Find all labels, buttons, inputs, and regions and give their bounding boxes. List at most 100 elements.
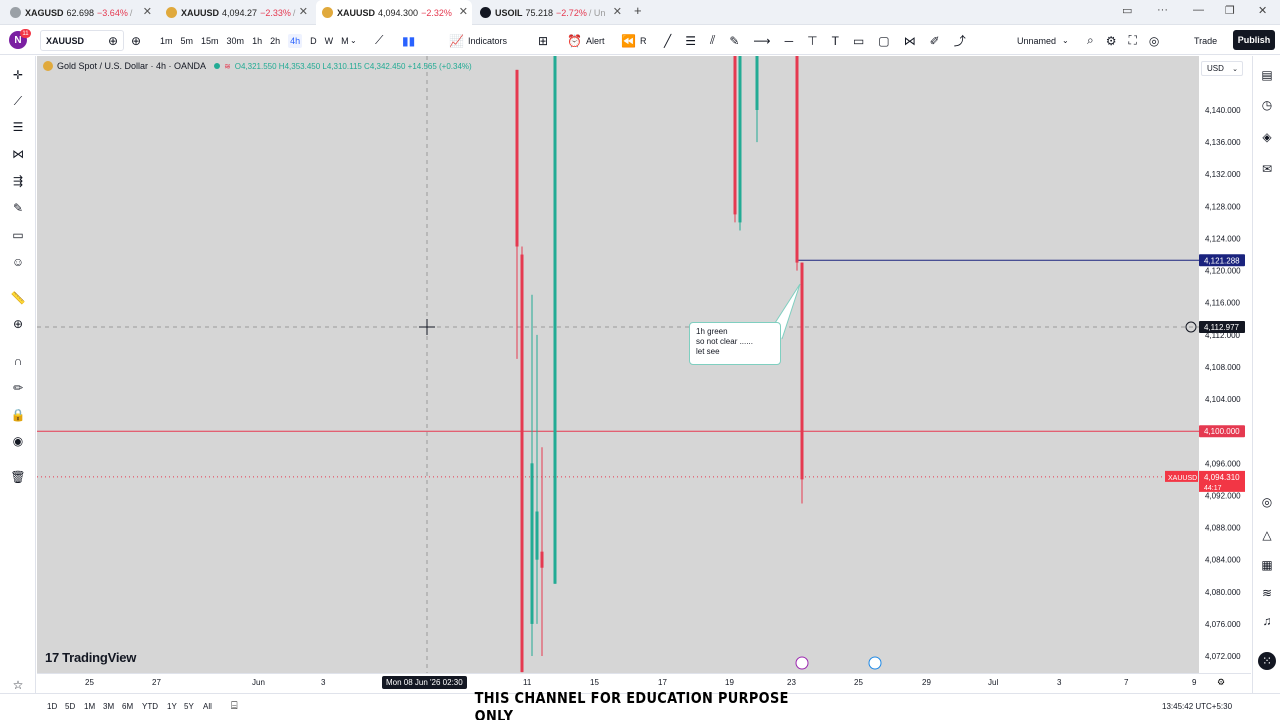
earnings-event-icon[interactable] bbox=[795, 656, 809, 670]
timeframe-M[interactable]: M bbox=[341, 36, 349, 46]
text-tool-icon[interactable]: ▭ bbox=[9, 226, 27, 244]
target-icon[interactable]: ◎ bbox=[1258, 493, 1276, 511]
stream-icon[interactable]: ≋ bbox=[1258, 584, 1276, 602]
parallel-channel-icon[interactable]: ⫽ bbox=[710, 33, 715, 48]
callout-note[interactable]: 1h green so not clear ...... let see bbox=[689, 322, 781, 365]
range-all[interactable]: All bbox=[203, 702, 212, 711]
emoji-tool-icon[interactable]: ☺ bbox=[9, 253, 27, 271]
browser-tab-xagusd[interactable]: XAGUSD 62.698 −3.64% / ✕ bbox=[4, 0, 156, 25]
range-6m[interactable]: 6M bbox=[122, 702, 133, 711]
stay-in-drawing-icon[interactable]: ✏ bbox=[9, 379, 27, 397]
timeframe-dropdown[interactable]: ⌄ bbox=[350, 26, 357, 55]
candle-body[interactable] bbox=[795, 56, 799, 263]
timeframe-1m[interactable]: 1m bbox=[160, 36, 173, 46]
trash-icon[interactable]: 🗑 bbox=[9, 468, 27, 486]
path-icon[interactable]: ⋈ bbox=[904, 34, 916, 48]
candle-body[interactable] bbox=[733, 56, 737, 215]
browser-tab-xauusd-active[interactable]: XAUUSD 4,094.300 −2.32% ✕ bbox=[316, 0, 472, 25]
callout-icon[interactable]: ▭ bbox=[853, 34, 864, 48]
brush-icon[interactable]: ✎ bbox=[729, 34, 739, 48]
timeframe-30m[interactable]: 30m bbox=[227, 36, 245, 46]
chart-canvas[interactable]: 4,140.000 4,136.000 4,132.000 4,128.000 4,12… bbox=[37, 56, 1251, 673]
close-tab-icon[interactable]: ✕ bbox=[459, 6, 468, 18]
quick-search-icon[interactable]: ⌕ bbox=[1087, 33, 1094, 48]
close-tab-icon[interactable]: ✕ bbox=[613, 6, 622, 18]
timeframe-5m[interactable]: 5m bbox=[181, 36, 194, 46]
range-5d[interactable]: 5D bbox=[65, 702, 75, 711]
candle-body[interactable] bbox=[540, 551, 544, 568]
vertical-line-icon[interactable]: ⊤ bbox=[807, 34, 817, 48]
crosshair-tool-icon[interactable]: ✛ bbox=[9, 66, 27, 84]
price-chart[interactable]: 4,140.000 4,136.000 4,132.000 4,128.000 4,12… bbox=[37, 56, 1251, 673]
range-ytd[interactable]: YTD bbox=[142, 702, 158, 711]
fib-icon[interactable]: ☰ bbox=[685, 34, 696, 48]
new-tab-button[interactable]: + bbox=[634, 3, 642, 18]
us-flag-event-icon[interactable] bbox=[868, 656, 882, 670]
ideas-icon[interactable]: △ bbox=[1258, 526, 1276, 544]
browser-tab-usoil[interactable]: USOIL 75.218 −2.72% / Un ✕ bbox=[474, 0, 626, 25]
range-1d[interactable]: 1D bbox=[47, 702, 57, 711]
alerts-clock-icon[interactable]: ◷ bbox=[1258, 96, 1276, 114]
axis-settings-icon[interactable]: ⚙ bbox=[1217, 677, 1225, 688]
ruler-tool-icon[interactable]: 📏 bbox=[9, 289, 27, 307]
fullscreen-icon[interactable]: ⛶ bbox=[1129, 33, 1137, 48]
notifications-bell-icon[interactable]: ♫ bbox=[1258, 612, 1276, 630]
watchlist-icon[interactable]: ▤ bbox=[1258, 66, 1276, 84]
candle-body[interactable] bbox=[755, 56, 759, 110]
trend-line-tool-icon[interactable]: ⟋ bbox=[9, 92, 27, 110]
timeframe-15m[interactable]: 15m bbox=[201, 36, 219, 46]
apps-grid-icon[interactable]: ⁙ bbox=[1258, 652, 1276, 670]
chat-icon[interactable]: ✉ bbox=[1258, 160, 1276, 178]
rectangle-icon[interactable]: ▢ bbox=[878, 34, 889, 48]
screen-share-icon[interactable]: ▭ bbox=[1122, 4, 1132, 17]
close-window-icon[interactable]: ✕ bbox=[1258, 4, 1267, 17]
alert-button[interactable]: ⏰ Alert bbox=[567, 26, 604, 55]
calendar-icon[interactable]: ▦ bbox=[1258, 556, 1276, 574]
publish-button[interactable]: Publish bbox=[1233, 30, 1275, 50]
forecast-tool-icon[interactable]: ⇶ bbox=[9, 172, 27, 190]
candle-body[interactable] bbox=[530, 463, 534, 624]
layout-menu[interactable]: Unnamed ⌄ bbox=[1017, 26, 1069, 55]
zoom-in-icon[interactable]: ⊕ bbox=[9, 315, 27, 333]
fib-tool-icon[interactable]: ☰ bbox=[9, 118, 27, 136]
candle-body[interactable] bbox=[520, 254, 524, 673]
indicators-button[interactable]: 📈 Indicators bbox=[449, 26, 507, 55]
trend-line-icon[interactable]: ╱ bbox=[664, 34, 671, 48]
close-tab-icon[interactable]: ✕ bbox=[299, 6, 308, 18]
utc-clock[interactable]: 13:45:42 UTC+5:30 bbox=[1162, 702, 1232, 711]
candle-body[interactable] bbox=[535, 511, 539, 560]
favorites-star-icon[interactable]: ☆ bbox=[9, 676, 27, 694]
browser-tab-xauusd-1[interactable]: XAUUSD 4,094.27 −2.33% / ✕ bbox=[160, 0, 312, 25]
timeframe-W[interactable]: W bbox=[325, 36, 334, 46]
range-3m[interactable]: 3M bbox=[103, 702, 114, 711]
horizontal-line-icon[interactable]: ─ bbox=[785, 34, 794, 48]
pattern-tool-icon[interactable]: ⋈ bbox=[9, 145, 27, 163]
magnet-icon[interactable]: ∩ bbox=[9, 352, 27, 370]
horizontal-ray-icon[interactable]: ⟶ bbox=[753, 34, 770, 48]
chart-type-button[interactable]: ⟋ bbox=[375, 26, 383, 55]
currency-selector[interactable]: USD ⌄ bbox=[1201, 61, 1243, 76]
restore-icon[interactable]: ❐ bbox=[1225, 4, 1235, 17]
range-5y[interactable]: 5Y bbox=[184, 702, 194, 711]
replay-button[interactable]: ⏪ R bbox=[621, 26, 646, 55]
timeframe-D[interactable]: D bbox=[310, 36, 317, 46]
more-options-icon[interactable]: ··· bbox=[1157, 4, 1168, 16]
camera-icon[interactable]: ◎ bbox=[1149, 34, 1159, 48]
range-1m[interactable]: 1M bbox=[84, 702, 95, 711]
range-1y[interactable]: 1Y bbox=[167, 702, 177, 711]
close-tab-icon[interactable]: ✕ bbox=[143, 6, 152, 18]
timeframe-4h[interactable]: 4h bbox=[288, 33, 303, 48]
candle-body[interactable] bbox=[515, 69, 519, 247]
compare-symbol-button[interactable]: ⊕ bbox=[108, 26, 118, 55]
pen-icon[interactable]: ✐ bbox=[930, 34, 940, 48]
candle-body[interactable] bbox=[738, 56, 742, 223]
curve-icon[interactable]: ⤴ bbox=[954, 32, 966, 49]
candle-body[interactable] bbox=[800, 262, 804, 480]
trade-button[interactable]: Trade bbox=[1194, 26, 1217, 55]
eye-icon[interactable]: ◉ bbox=[9, 432, 27, 450]
minimize-icon[interactable]: — bbox=[1193, 4, 1204, 16]
data-window-icon[interactable]: ◈ bbox=[1258, 128, 1276, 146]
timeframe-2h[interactable]: 2h bbox=[270, 36, 280, 46]
gear-icon[interactable]: ⚙ bbox=[1106, 34, 1117, 48]
candle-body[interactable] bbox=[553, 56, 557, 584]
